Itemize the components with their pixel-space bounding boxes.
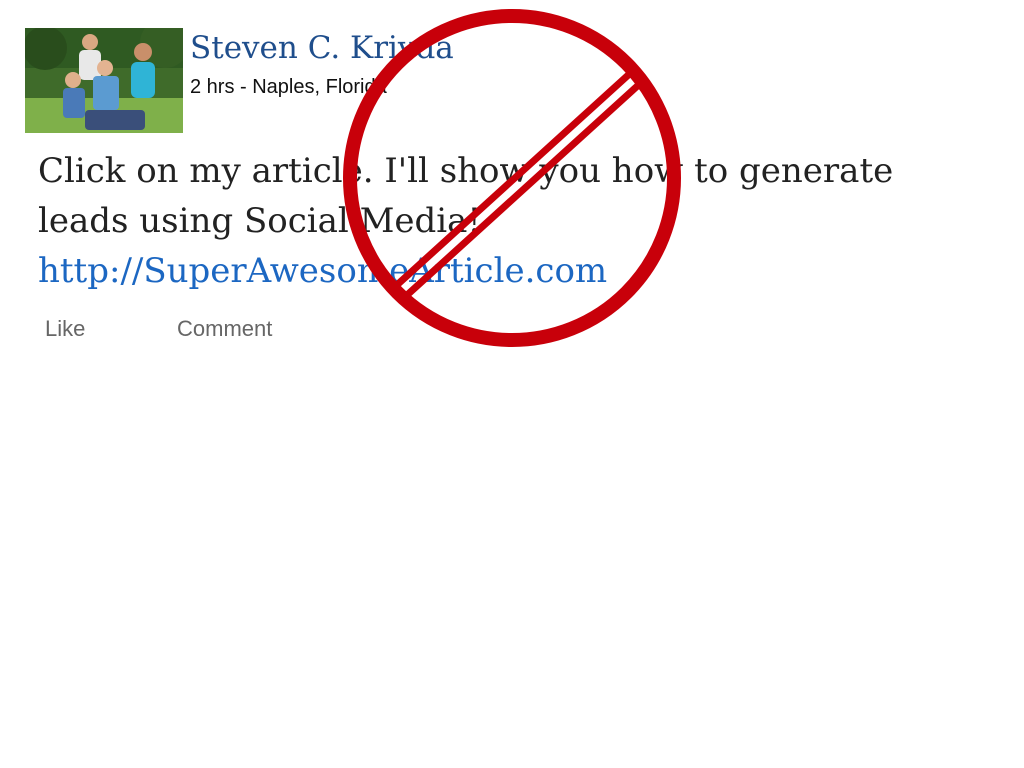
post-text: Click on my article. I'll show you how t… xyxy=(38,146,978,296)
family-photo-image xyxy=(25,28,183,133)
like-button[interactable]: Like xyxy=(45,316,85,342)
article-link[interactable]: http://SuperAwesomeArticle.com xyxy=(38,246,978,296)
post-text-line-1: Click on my article. I'll show you how t… xyxy=(38,151,894,191)
post-timestamp-location: 2 hrs - Naples, Florida xyxy=(190,76,387,98)
post-text-line-2: leads using Social Media! xyxy=(38,201,482,241)
social-post: Steven C. Krivda 2 hrs - Naples, Florida… xyxy=(0,0,1024,768)
author-name-link[interactable]: Steven C. Krivda xyxy=(190,30,454,66)
comment-button[interactable]: Comment xyxy=(177,316,272,342)
profile-photo[interactable] xyxy=(25,28,183,133)
